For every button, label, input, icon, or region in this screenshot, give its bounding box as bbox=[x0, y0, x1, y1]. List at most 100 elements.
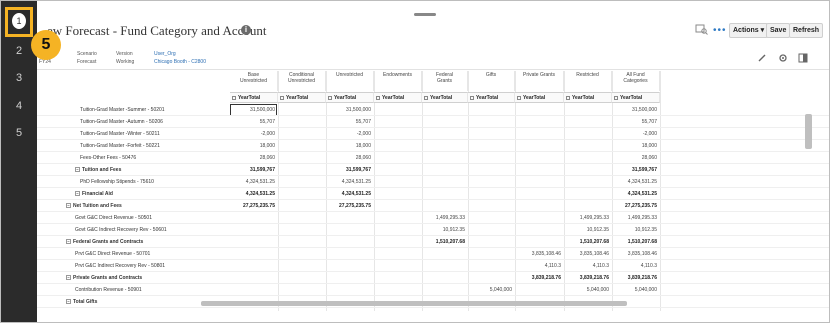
row-label[interactable]: Govt G&C Direct Revenue - 50501 bbox=[75, 212, 152, 224]
table-cell[interactable] bbox=[468, 128, 515, 140]
table-cell[interactable]: 3,839,218.76 bbox=[515, 272, 564, 284]
table-cell[interactable]: 4,110.3 bbox=[564, 260, 612, 272]
expand-collapse-icon[interactable]: − bbox=[66, 203, 71, 209]
table-cell[interactable]: 10,912.35 bbox=[564, 224, 612, 236]
table-cell[interactable] bbox=[230, 224, 278, 236]
pov-user-value[interactable]: Chicago Booth - C2800 bbox=[154, 59, 206, 65]
table-cell[interactable]: 31,500,000 bbox=[612, 104, 660, 116]
table-cell[interactable] bbox=[230, 248, 278, 260]
table-cell[interactable] bbox=[374, 272, 422, 284]
collapse-icon[interactable] bbox=[517, 95, 521, 100]
table-cell[interactable] bbox=[278, 128, 326, 140]
table-cell[interactable] bbox=[564, 104, 612, 116]
table-cell[interactable] bbox=[564, 164, 612, 176]
table-row[interactable]: Tuition-Grad Master -Summer - 50201 31,50… bbox=[37, 104, 829, 116]
table-cell[interactable]: 1,510,207.68 bbox=[612, 236, 660, 248]
table-cell[interactable]: 31,500,000 bbox=[230, 104, 278, 116]
table-cell[interactable] bbox=[564, 152, 612, 164]
column-header[interactable]: Restricted bbox=[564, 71, 612, 91]
table-cell[interactable] bbox=[468, 272, 515, 284]
table-cell[interactable] bbox=[564, 200, 612, 212]
row-label[interactable]: Tuition-Grad Master -Summer - 50201 bbox=[80, 104, 165, 116]
table-cell[interactable] bbox=[515, 224, 564, 236]
table-cell[interactable] bbox=[422, 260, 468, 272]
yeartotal-header[interactable]: YearTotal bbox=[422, 92, 468, 103]
table-row[interactable]: Tuition-Grad Master -Forfeit - 50221 18,0… bbox=[37, 140, 829, 152]
row-label[interactable]: Contribution Revenue - 50901 bbox=[75, 284, 142, 296]
column-header[interactable]: Base Unrestricted bbox=[230, 71, 278, 91]
table-cell[interactable]: 31,599,767 bbox=[230, 164, 278, 176]
table-cell[interactable]: 3,839,218.76 bbox=[612, 272, 660, 284]
table-cell[interactable] bbox=[326, 284, 374, 296]
table-cell[interactable] bbox=[468, 260, 515, 272]
table-cell[interactable]: 28,060 bbox=[612, 152, 660, 164]
table-cell[interactable]: 1,499,295.33 bbox=[422, 212, 468, 224]
row-label[interactable]: Tuition-Grad Master -Winter - 50211 bbox=[80, 128, 160, 140]
table-cell[interactable] bbox=[468, 248, 515, 260]
table-cell[interactable] bbox=[278, 152, 326, 164]
edit-pencil-icon[interactable] bbox=[757, 53, 767, 63]
table-row[interactable]: Tuition-Grad Master -Autumn - 50206 55,70… bbox=[37, 116, 829, 128]
table-row[interactable]: Contribution Revenue - 50901 5,040,000 5,0… bbox=[37, 284, 829, 296]
table-row[interactable]: Prvt G&C Direct Revenue - 50701 3,835,108… bbox=[37, 248, 829, 260]
table-cell[interactable]: 10,912.35 bbox=[612, 224, 660, 236]
column-header[interactable]: Federal Grants bbox=[422, 71, 468, 91]
table-cell[interactable] bbox=[374, 140, 422, 152]
table-cell[interactable] bbox=[278, 164, 326, 176]
pov-scenario-value[interactable]: Forecast bbox=[77, 59, 96, 65]
actions-button[interactable]: Actions ▾ bbox=[729, 23, 769, 38]
table-cell[interactable] bbox=[515, 212, 564, 224]
table-cell[interactable]: 4,324,531.25 bbox=[326, 176, 374, 188]
table-cell[interactable]: 10,912.35 bbox=[422, 224, 468, 236]
table-cell[interactable] bbox=[374, 212, 422, 224]
table-cell[interactable] bbox=[515, 128, 564, 140]
row-label[interactable]: − Financial Aid bbox=[75, 188, 113, 200]
step-3[interactable]: 3 bbox=[1, 72, 37, 84]
table-cell[interactable] bbox=[278, 272, 326, 284]
table-cell[interactable] bbox=[564, 140, 612, 152]
more-options-icon[interactable]: ••• bbox=[713, 25, 727, 36]
table-cell[interactable] bbox=[230, 236, 278, 248]
gear-icon[interactable] bbox=[778, 53, 788, 63]
row-label[interactable]: − Federal Grants and Contracts bbox=[66, 236, 143, 248]
table-row[interactable]: − Net Tuition and Fees 27,275,235.75 27,275… bbox=[37, 200, 829, 212]
table-cell[interactable] bbox=[515, 152, 564, 164]
table-cell[interactable] bbox=[422, 164, 468, 176]
table-cell[interactable] bbox=[422, 272, 468, 284]
table-cell[interactable] bbox=[468, 116, 515, 128]
collapse-icon[interactable] bbox=[280, 95, 284, 100]
table-cell[interactable] bbox=[468, 224, 515, 236]
table-cell[interactable] bbox=[278, 116, 326, 128]
step-5[interactable]: 5 bbox=[1, 127, 37, 139]
table-cell[interactable]: 27,275,235.75 bbox=[230, 200, 278, 212]
vertical-scrollbar[interactable] bbox=[805, 114, 812, 149]
table-cell[interactable]: 55,707 bbox=[230, 116, 278, 128]
table-cell[interactable]: 5,040,000 bbox=[468, 284, 515, 296]
table-cell[interactable] bbox=[278, 176, 326, 188]
row-label[interactable]: − Net Tuition and Fees bbox=[66, 200, 122, 212]
column-header[interactable]: Gifts bbox=[468, 71, 515, 91]
table-cell[interactable] bbox=[422, 116, 468, 128]
table-cell[interactable]: 5,040,000 bbox=[564, 284, 612, 296]
table-cell[interactable]: 18,000 bbox=[612, 140, 660, 152]
table-cell[interactable] bbox=[515, 236, 564, 248]
refresh-button[interactable]: Refresh bbox=[789, 23, 824, 38]
table-cell[interactable]: 5,040,000 bbox=[612, 284, 660, 296]
table-row[interactable]: − Financial Aid 4,324,531.25 4,324,531.25 4,… bbox=[37, 188, 829, 200]
table-cell[interactable] bbox=[374, 116, 422, 128]
table-cell[interactable]: 4,324,531.25 bbox=[612, 176, 660, 188]
table-cell[interactable] bbox=[564, 176, 612, 188]
table-cell[interactable] bbox=[374, 164, 422, 176]
table-cell[interactable] bbox=[278, 200, 326, 212]
table-cell[interactable] bbox=[326, 248, 374, 260]
table-cell[interactable]: 31,599,767 bbox=[612, 164, 660, 176]
table-row[interactable]: − Private Grants and Contracts 3,839,218.7… bbox=[37, 272, 829, 284]
table-cell[interactable]: 1,510,207.68 bbox=[422, 236, 468, 248]
table-cell[interactable] bbox=[468, 164, 515, 176]
table-cell[interactable] bbox=[374, 236, 422, 248]
table-cell[interactable] bbox=[278, 248, 326, 260]
table-cell[interactable] bbox=[422, 200, 468, 212]
table-cell[interactable] bbox=[468, 200, 515, 212]
yeartotal-header[interactable]: YearTotal bbox=[515, 92, 564, 103]
table-cell[interactable] bbox=[326, 224, 374, 236]
